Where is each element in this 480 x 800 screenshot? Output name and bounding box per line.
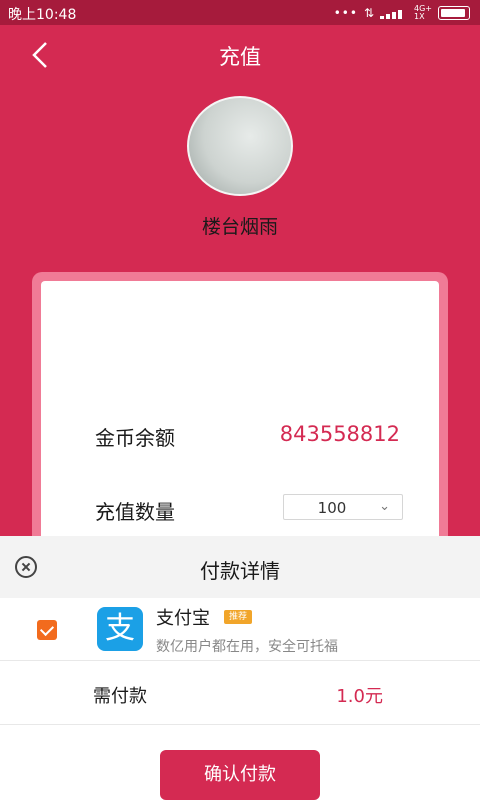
status-bar: 晚上10:48 ••• ⇅ 4G+ 1X — [0, 0, 480, 25]
payment-method-name: 支付宝 — [156, 608, 210, 629]
network-type: 4G+ 1X — [414, 5, 432, 21]
payment-sheet: 付款详情 支 支付宝 推荐 数亿用户都在用，安全可托福 需付款 1.0元 确认付… — [0, 536, 480, 800]
balance-value: 843558812 — [279, 422, 400, 446]
username: 楼台烟雨 — [201, 216, 278, 238]
battery-icon — [438, 6, 470, 20]
signal-icon — [380, 7, 408, 19]
alipay-icon: 支 — [97, 607, 143, 651]
quantity-selected-value: 100 — [317, 499, 347, 517]
avatar — [187, 96, 293, 196]
balance-label: 金币余额 — [95, 426, 175, 450]
amount-due-label: 需付款 — [93, 686, 147, 707]
quantity-label: 充值数量 — [95, 500, 175, 524]
payment-method-alipay[interactable]: 支 支付宝 推荐 数亿用户都在用，安全可托福 — [0, 598, 480, 661]
payment-sheet-title: 付款详情 — [200, 559, 280, 583]
amount-due-value: 1.0元 — [336, 686, 383, 707]
header: 充值 — [0, 25, 480, 85]
payment-sheet-header: 付款详情 — [0, 536, 480, 598]
quantity-select[interactable]: 100 ⌄ — [283, 494, 403, 520]
recommended-badge: 推荐 — [224, 610, 253, 624]
payment-method-checkbox[interactable] — [37, 620, 57, 640]
amount-due-row: 需付款 1.0元 — [0, 662, 480, 725]
confirm-payment-button[interactable]: 确认付款 — [160, 750, 320, 800]
chevron-down-icon: ⌄ — [379, 499, 390, 514]
network-type-bottom: 1X — [414, 12, 425, 21]
payment-method-description: 数亿用户都在用，安全可托福 — [156, 639, 338, 655]
more-dots-icon: ••• — [333, 6, 358, 20]
data-activity-icon: ⇅ — [363, 6, 374, 20]
status-time: 晚上10:48 — [8, 7, 77, 23]
status-icons: ••• ⇅ 4G+ 1X — [334, 5, 470, 21]
page-title: 充值 — [219, 45, 261, 69]
